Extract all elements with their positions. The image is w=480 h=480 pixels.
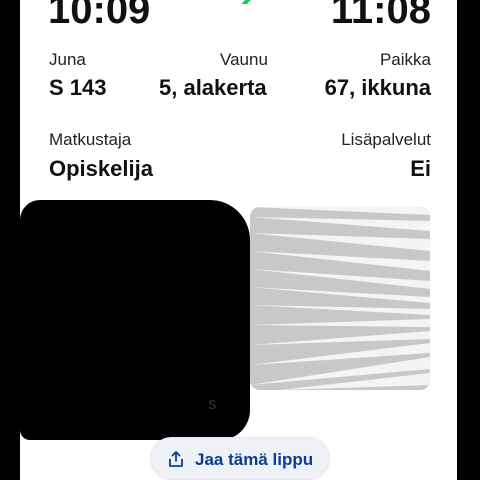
share-icon bbox=[169, 451, 183, 467]
qr-partial-text: s bbox=[208, 394, 217, 413]
ticket-card: 10:09 11:08 Juna Vaunu Paikka S 143 5, a… bbox=[20, 0, 457, 480]
check-icon bbox=[242, 0, 251, 4]
train-label: Juna bbox=[49, 50, 86, 69]
screen-edge bbox=[457, 0, 480, 480]
train-value: S 143 bbox=[49, 75, 107, 100]
security-pattern bbox=[250, 207, 430, 390]
car-label: Vaunu bbox=[220, 50, 268, 69]
seat-value: 67, ikkuna bbox=[324, 75, 431, 100]
arrival-time: 11:08 bbox=[330, 0, 431, 32]
passenger-value: Opiskelija bbox=[49, 156, 153, 181]
passenger-label: Matkustaja bbox=[49, 130, 132, 149]
share-ticket-label: Jaa tämä lippu bbox=[195, 450, 314, 469]
seat-label: Paikka bbox=[379, 50, 431, 69]
car-value: 5, alakerta bbox=[159, 75, 267, 100]
extras-label: Lisäpalvelut bbox=[341, 130, 431, 149]
extras-value: Ei bbox=[410, 156, 431, 181]
redaction-mark bbox=[30, 380, 205, 435]
share-ticket-button[interactable]: Jaa tämä lippu bbox=[150, 437, 330, 480]
departure-time: 10:09 bbox=[48, 0, 151, 32]
